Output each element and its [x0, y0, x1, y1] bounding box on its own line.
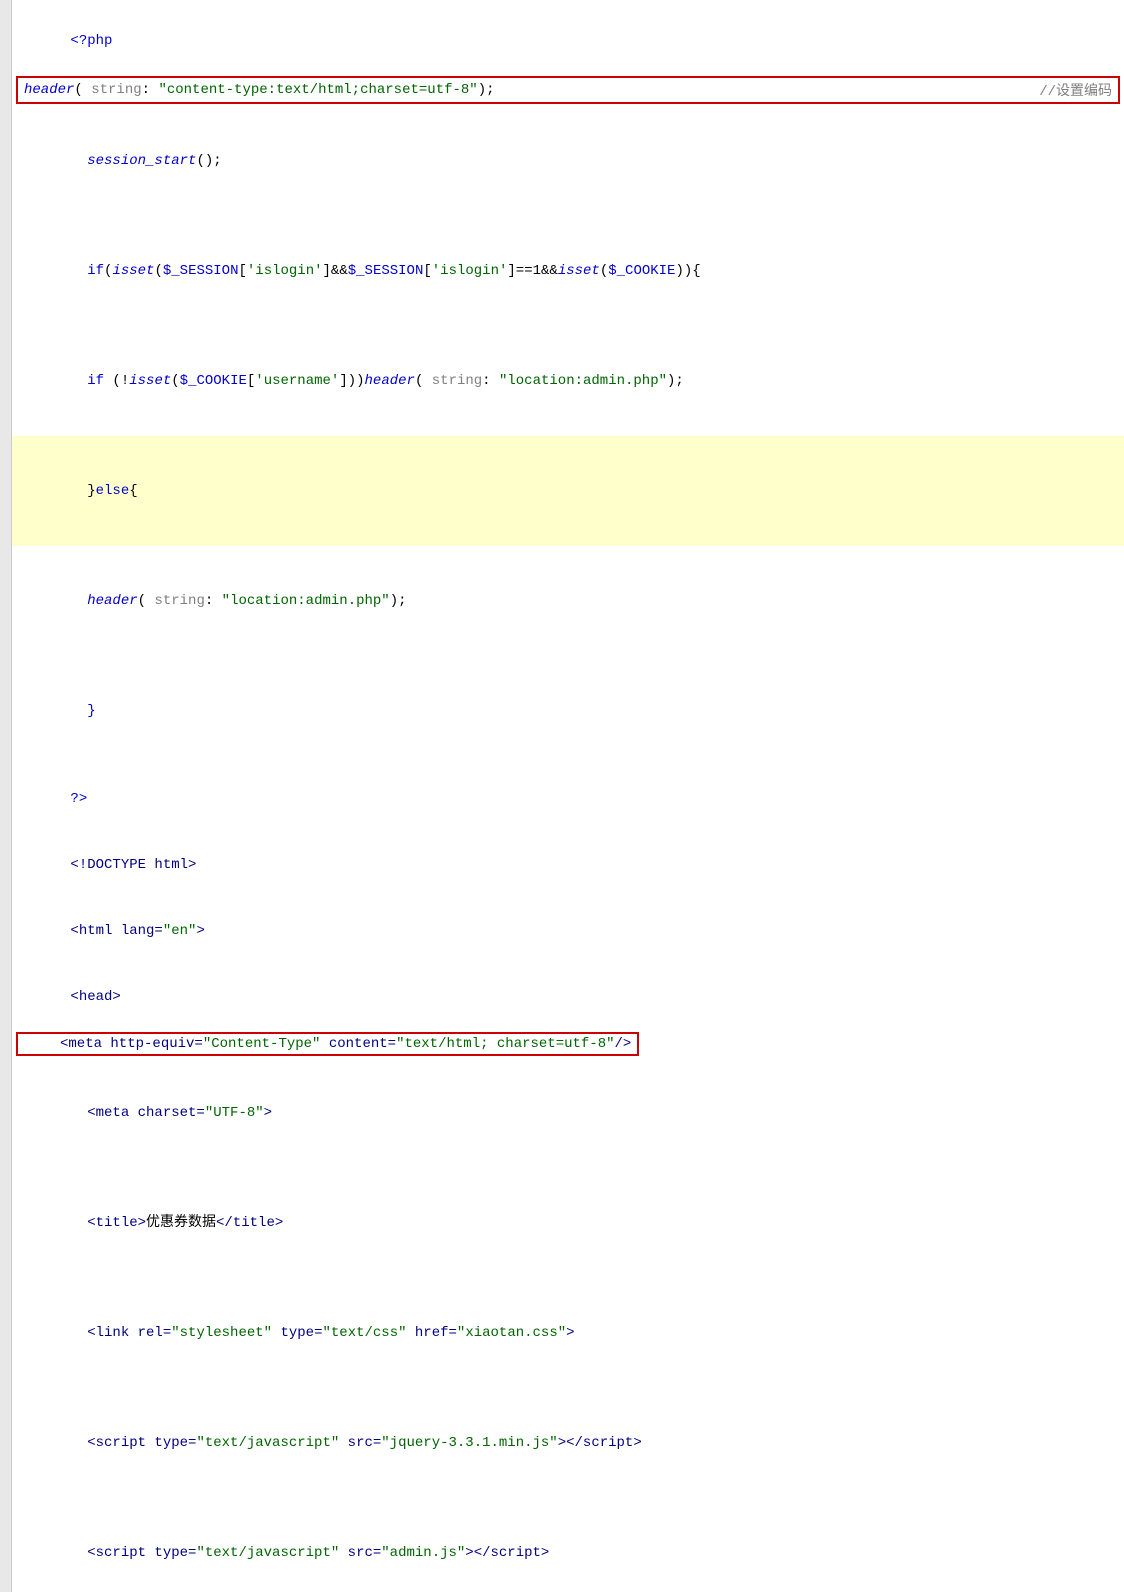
- code-line: <script type=″text/javascript″ src=″admi…: [12, 1498, 1124, 1592]
- func-isset2: isset: [129, 373, 171, 389]
- red-box-line1: header( string: ″content-type:text/html;…: [16, 76, 1120, 104]
- keyword-if: if: [87, 263, 104, 279]
- code-area: <?php header( string: ″content-type:text…: [12, 8, 1124, 1592]
- code-line: }: [12, 656, 1124, 766]
- php-close-tag: ?>: [70, 791, 87, 807]
- code-line: <?php: [12, 8, 1124, 74]
- red-border-box-meta: <meta http-equiv=″Content-Type″ content=…: [16, 1032, 639, 1056]
- head-open: <head>: [70, 989, 120, 1005]
- html-tag: <html lang=: [70, 923, 162, 939]
- code-line: <meta charset=″UTF-8″>: [12, 1058, 1124, 1168]
- red-box-line2: <meta http-equiv=″Content-Type″ content=…: [16, 1032, 1120, 1056]
- keyword-else: else: [96, 483, 130, 499]
- code-line: if (!isset($_COOKIE['username']))header(…: [12, 326, 1124, 436]
- func-name: header: [24, 82, 74, 98]
- doctype: <!DOCTYPE html>: [70, 857, 196, 873]
- code-line: if(isset($_SESSION['islogin']&&$_SESSION…: [12, 216, 1124, 326]
- string-val: ″content-type:text/html;charset=utf-8″: [150, 82, 478, 98]
- func-isset: isset: [112, 263, 154, 279]
- keyword-if2: if: [87, 373, 104, 389]
- code-line-else: }else{: [12, 436, 1124, 546]
- code-line: <title>优惠券数据</title>: [12, 1168, 1124, 1278]
- code-line: header( string: ″location:admin.php″);: [12, 546, 1124, 656]
- closing-brace: }: [87, 703, 95, 719]
- code-line: <link rel=″stylesheet″ type=″text/css″ h…: [12, 1278, 1124, 1388]
- code-line: session_start();: [12, 106, 1124, 216]
- code-line: ?>: [12, 766, 1124, 832]
- comment-encoding: //设置编码: [1039, 80, 1112, 100]
- func-header2: header: [87, 593, 137, 609]
- header-func-call: header( string: ″content-type:text/html;…: [24, 82, 495, 98]
- red-border-box-header: header( string: ″content-type:text/html;…: [16, 76, 1120, 104]
- param-label: string: [83, 82, 142, 98]
- code-editor: <?php header( string: ″content-type:text…: [0, 0, 1124, 1592]
- code-line: <html lang=″en″>: [12, 898, 1124, 964]
- session-start-func: session_start: [87, 153, 196, 169]
- code-line-head: <head>: [12, 964, 1124, 1030]
- code-line: <script type=″text/javascript″ src=″jque…: [12, 1388, 1124, 1498]
- line-gutter: [0, 0, 12, 1592]
- code-line: <!DOCTYPE html>: [12, 832, 1124, 898]
- php-open-tag: <?php: [70, 33, 112, 49]
